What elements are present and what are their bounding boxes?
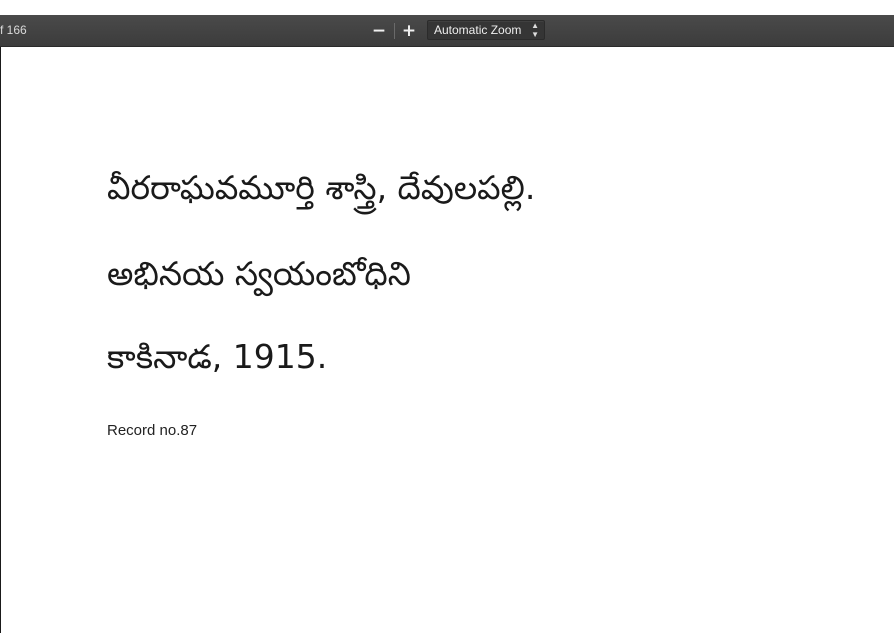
place-year-line: కాకినాడ, 1915.	[107, 337, 328, 376]
zoom-in-button[interactable]: +	[396, 20, 422, 42]
top-strip	[0, 0, 894, 15]
zoom-select-value: Automatic Zoom	[434, 23, 522, 37]
record-number-line: Record no.87	[107, 422, 198, 439]
zoom-select[interactable]: Automatic Zoom ▲ ▼	[427, 20, 545, 40]
author-line: వీరరాఘవమూర్తి శాస్త్రి, దేవులపల్లి.	[107, 168, 536, 207]
arrow-up-icon: ▲	[531, 21, 539, 30]
page-count-label: f 166	[0, 23, 27, 37]
zoom-separator	[394, 23, 395, 39]
zoom-out-button[interactable]: −	[366, 20, 392, 42]
pdf-toolbar: f 166 − + Automatic Zoom ▲ ▼	[0, 15, 894, 47]
select-arrows-icon: ▲ ▼	[531, 21, 539, 39]
title-line: అభినయ స్వయంబోధిని	[107, 254, 411, 293]
arrow-down-icon: ▼	[531, 30, 539, 39]
page-left-edge	[0, 47, 1, 633]
